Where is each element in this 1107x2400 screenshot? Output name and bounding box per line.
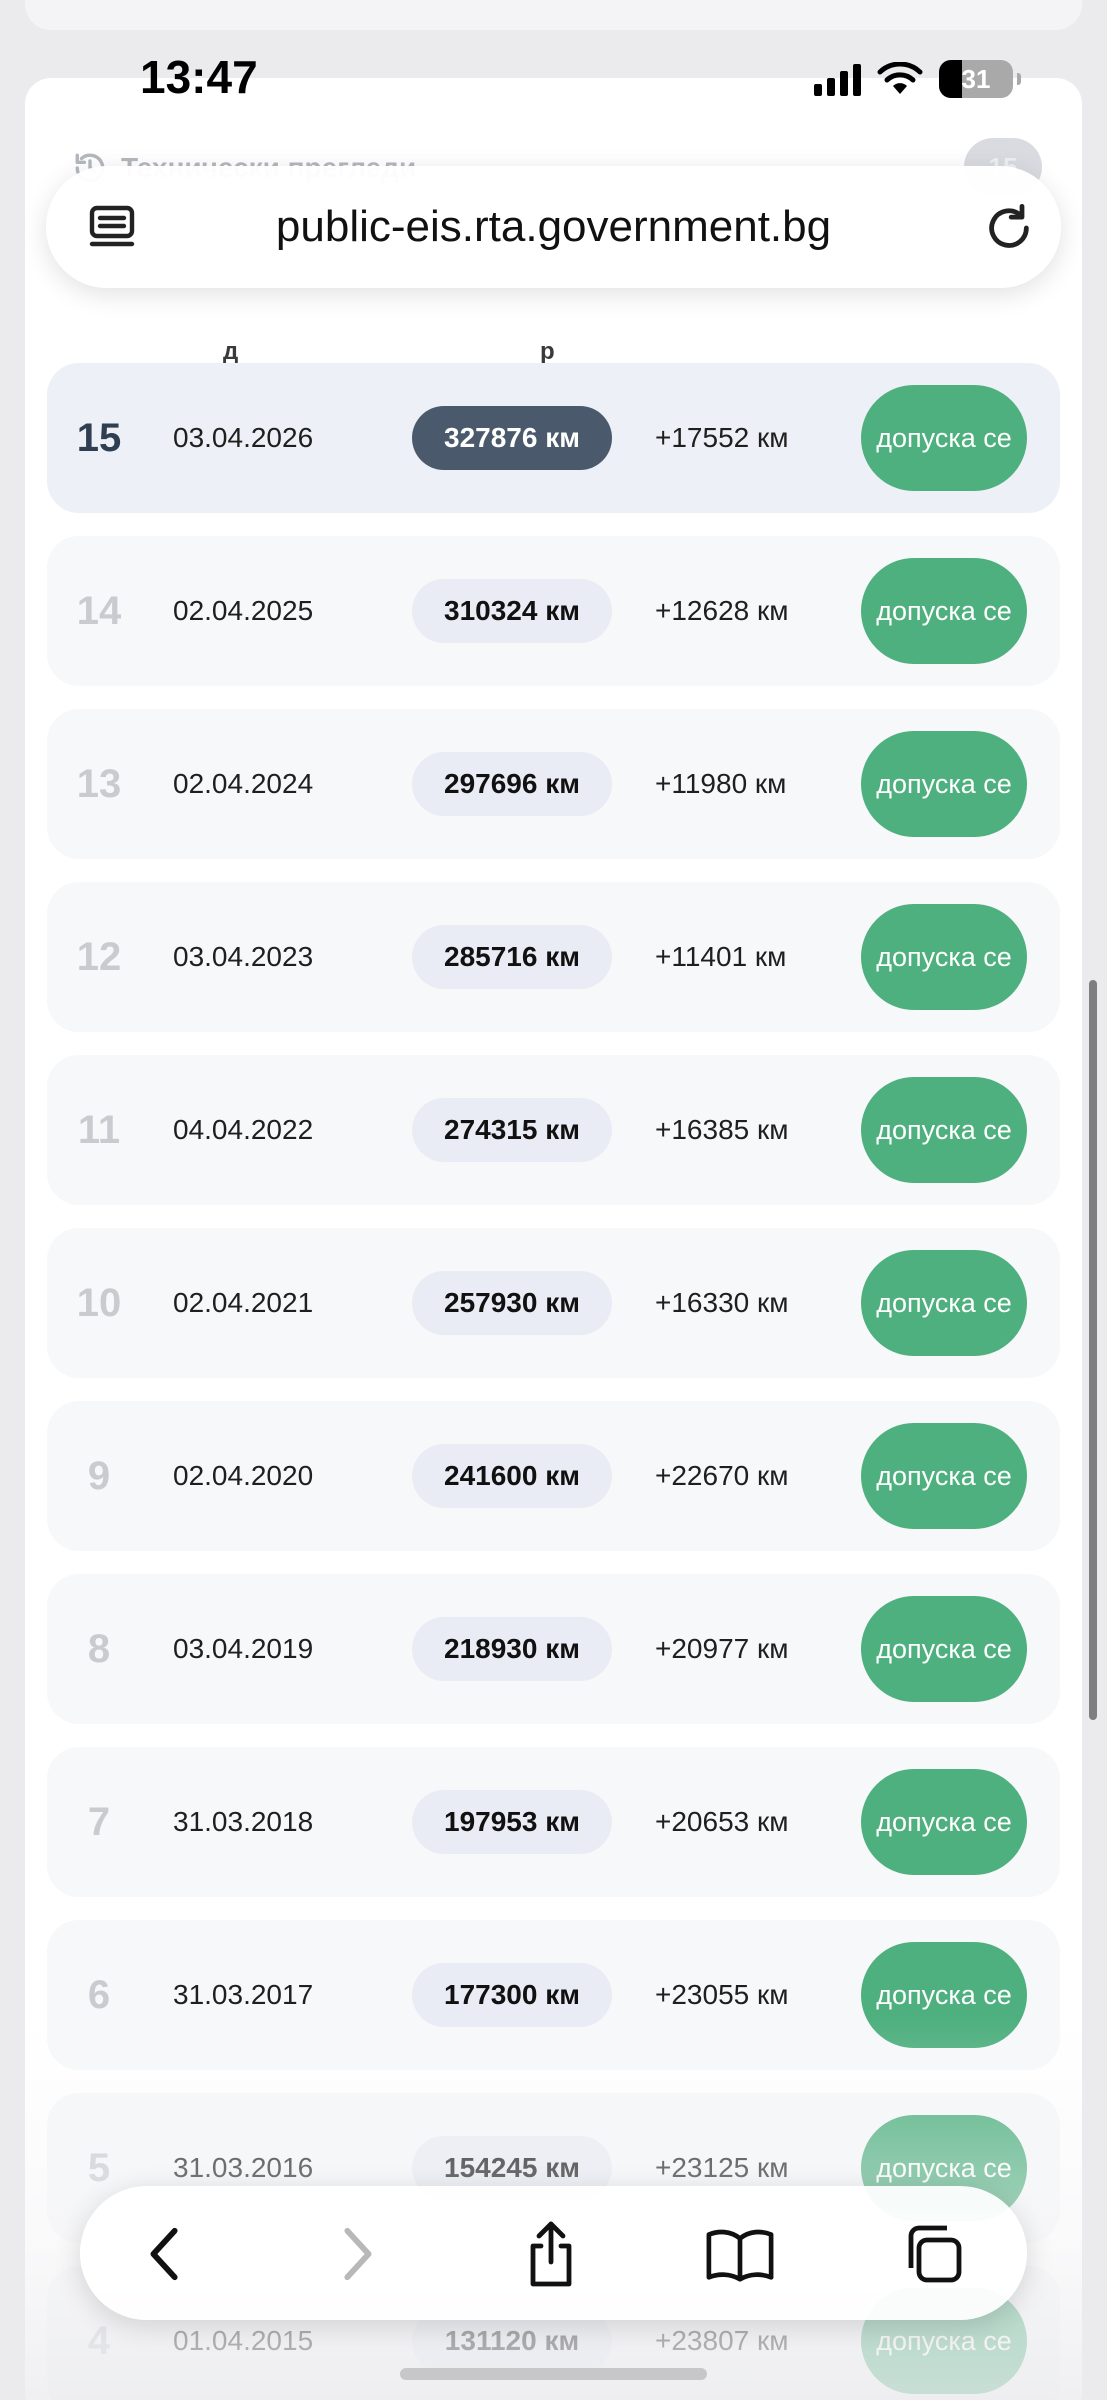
page-menu-icon[interactable] (86, 204, 138, 252)
odometer-badge: 285716 км (412, 925, 612, 989)
inspection-row[interactable]: 8 03.04.2019 218930 км +20977 км допуска се (47, 1574, 1060, 1724)
status-badge: допуска се (861, 558, 1027, 664)
odometer-badge: 327876 км (412, 406, 612, 470)
inspection-row[interactable]: 9 02.04.2020 241600 км +22670 км допуска се (47, 1401, 1060, 1551)
inspection-date: 04.04.2022 (173, 1114, 314, 1145)
odometer-badge: 274315 км (412, 1098, 612, 1162)
odometer-badge: 257930 км (412, 1271, 612, 1335)
inspection-number: 9 (87, 1453, 111, 1498)
inspection-number: 11 (77, 1107, 121, 1152)
reload-icon[interactable] (983, 202, 1035, 254)
mileage-difference: +20977 км (655, 1633, 789, 1664)
tabs-overview-icon (908, 2225, 962, 2283)
mileage-difference: +16330 км (655, 1287, 789, 1318)
inspection-date: 03.04.2023 (173, 941, 314, 972)
tabs-overview-button[interactable] (898, 2219, 968, 2289)
status-badge: допуска се (861, 1250, 1027, 1356)
odometer-badge: 177300 км (412, 1963, 612, 2027)
bookmarks-button[interactable] (705, 2219, 775, 2289)
browser-toolbar (80, 2186, 1027, 2320)
inspection-row[interactable]: 10 02.04.2021 257930 км +16330 км допуска се (47, 1228, 1060, 1378)
inspection-row[interactable]: 14 02.04.2025 310324 км +12628 км допуска се (47, 536, 1060, 686)
odometer-badge: 241600 км (412, 1444, 612, 1508)
status-badge: допуска се (861, 731, 1027, 837)
mileage-difference: +16385 км (655, 1114, 789, 1145)
inspection-row[interactable]: 11 04.04.2022 274315 км +16385 км допуска се (47, 1055, 1060, 1205)
status-badge: допуска се (861, 904, 1027, 1010)
status-badge: допуска се (861, 1769, 1027, 1875)
column-header-fragment: р (540, 338, 555, 365)
scrollbar[interactable] (1089, 980, 1097, 1720)
bookmarks-icon (706, 2229, 774, 2282)
forward-button[interactable] (322, 2219, 392, 2289)
odometer-badge: 310324 км (412, 579, 612, 643)
signal-icon (814, 62, 861, 96)
share-button[interactable] (516, 2219, 586, 2289)
mileage-difference: +11980 км (655, 768, 787, 799)
inspection-number: 8 (87, 1626, 111, 1671)
inspection-number: 13 (76, 761, 122, 806)
url-text[interactable]: public-eis.rta.government.bg (166, 166, 941, 288)
mileage-difference: +20653 км (655, 1806, 789, 1837)
inspection-date: 02.04.2021 (173, 1287, 314, 1318)
odometer-badge: 218930 км (412, 1617, 612, 1681)
inspections-card: Технически прегледи 15 д р м 1503.04.202… (25, 78, 1082, 2400)
inspection-row[interactable]: 15 03.04.2026 327876 км +17552 км допуска се (47, 363, 1060, 513)
status-badge: допуска се (861, 1423, 1027, 1529)
inspection-date: 02.04.2020 (173, 1460, 314, 1491)
status-badge: допуска се (861, 1596, 1027, 1702)
inspection-row[interactable]: 7 31.03.2018 197953 км +20653 км допуска се (47, 1747, 1060, 1897)
battery-icon: 31 (939, 60, 1021, 98)
inspection-date: 31.03.2018 (173, 1806, 314, 1837)
mileage-difference: +22670 км (655, 1460, 789, 1491)
back-button[interactable] (130, 2219, 200, 2289)
inspection-row[interactable]: 13 02.04.2024 297696 км +11980 км допуска се (47, 709, 1060, 859)
inspection-number: 12 (76, 934, 122, 979)
battery-percentage: 31 (961, 63, 991, 94)
status-bar: 13:47 31 (0, 0, 1107, 160)
mileage-difference: +17552 км (655, 422, 789, 453)
inspection-number: 15 (76, 415, 122, 460)
inspection-date: 02.04.2024 (173, 768, 314, 799)
odometer-badge: 197953 км (412, 1790, 612, 1854)
odometer-badge: 297696 км (412, 752, 612, 816)
mileage-difference: +12628 км (655, 595, 789, 626)
inspection-date: 02.04.2025 (173, 595, 314, 626)
inspection-number: 14 (76, 588, 122, 633)
inspection-date: 03.04.2026 (173, 422, 314, 453)
inspection-number: 10 (76, 1280, 122, 1325)
inspection-date: 31.03.2017 (173, 1979, 314, 2010)
column-header-fragment: д (223, 338, 239, 365)
inspection-number: 7 (87, 1799, 111, 1844)
inspection-number: 6 (87, 1972, 111, 2017)
inspection-row[interactable]: 6 31.03.2017 177300 км +23055 км допуска се (47, 1920, 1060, 2070)
status-badge: допуска се (861, 1077, 1027, 1183)
inspection-row[interactable]: 12 03.04.2023 285716 км +11401 км допуска се (47, 882, 1060, 1032)
mileage-difference: +23055 км (655, 1979, 789, 2010)
wifi-icon (877, 62, 923, 94)
share-icon (530, 2221, 572, 2287)
back-icon (150, 2227, 178, 2281)
inspection-date: 03.04.2019 (173, 1633, 314, 1664)
status-badge: допуска се (861, 1942, 1027, 2048)
home-indicator (400, 2368, 707, 2380)
mileage-difference: +11401 км (655, 941, 787, 972)
address-bar[interactable]: public-eis.rta.government.bg (46, 166, 1061, 288)
status-badge: допуска се (861, 385, 1027, 491)
forward-icon (344, 2227, 372, 2281)
status-time: 13:47 (140, 51, 258, 103)
